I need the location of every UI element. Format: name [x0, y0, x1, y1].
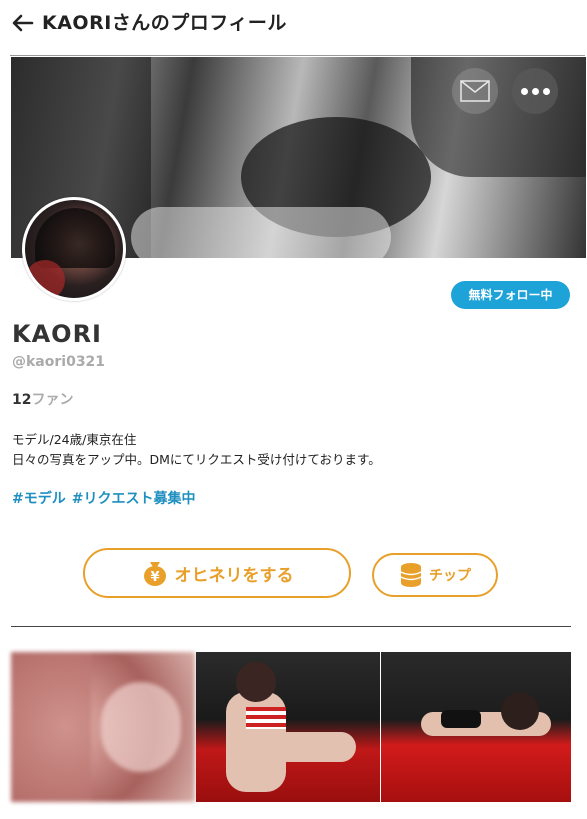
bio-line: モデル/24歳/東京在住: [12, 432, 137, 447]
profile-handle: @kaori0321: [12, 354, 106, 370]
chip-button[interactable]: チップ: [372, 553, 498, 597]
fan-count-label: ファン: [31, 392, 74, 408]
page-title: KAORIさんのプロフィール: [42, 12, 287, 34]
envelope-icon: [460, 80, 490, 102]
ohineri-button[interactable]: ¥ オヒネリをする: [83, 548, 351, 598]
hashtag-model[interactable]: #モデル: [12, 491, 66, 507]
coin-stack-icon: [399, 562, 423, 588]
message-button[interactable]: [452, 68, 498, 114]
profile-name: KAORI: [12, 320, 102, 348]
fan-count-number: 12: [12, 392, 32, 408]
gallery-thumbnail[interactable]: [381, 652, 571, 802]
gallery-thumbnail-locked[interactable]: [11, 652, 195, 802]
fan-count[interactable]: 12ファン: [12, 389, 73, 409]
more-horizontal-icon: [519, 87, 552, 95]
follow-button[interactable]: 無料フォロー中: [451, 281, 570, 309]
svg-text:¥: ¥: [150, 570, 159, 585]
profile-bio: モデル/24歳/東京在住 日々の写真をアップ中。DMにてリクエスト受け付けており…: [12, 430, 381, 470]
hashtag-list: #モデル #リクエスト募集中: [12, 488, 201, 508]
money-bag-icon: ¥: [141, 559, 169, 587]
bio-line: 日々の写真をアップ中。DMにてリクエスト受け付けております。: [12, 452, 381, 467]
hashtag-request[interactable]: #リクエスト募集中: [72, 491, 196, 507]
ohineri-label: オヒネリをする: [174, 565, 294, 586]
section-divider: [11, 626, 571, 627]
more-options-button[interactable]: [512, 68, 558, 114]
arrow-left-icon[interactable]: [10, 10, 36, 36]
chip-label: チップ: [429, 568, 471, 584]
gallery-thumbnail[interactable]: [196, 652, 380, 802]
avatar[interactable]: [22, 197, 126, 301]
page-header: KAORIさんのプロフィール: [0, 0, 587, 48]
header-divider: [10, 55, 585, 56]
